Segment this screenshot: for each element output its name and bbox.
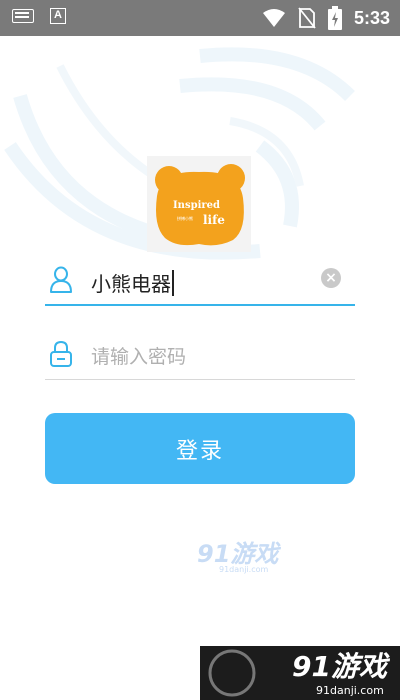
username-text-container[interactable]: 小熊电器 <box>91 268 174 297</box>
watermark-bottom: 91游戏 91danji.com <box>200 646 400 700</box>
bear-logo-icon: Inspired 拼搏小熊 life <box>155 164 245 246</box>
logo-small-text: 拼搏小熊 <box>177 215 193 221</box>
app-logo: Inspired 拼搏小熊 life <box>147 156 251 252</box>
keyboard-icon <box>12 9 34 23</box>
lock-icon <box>50 340 72 367</box>
status-time: 5:33 <box>353 7 390 28</box>
status-bar: A 5:33 <box>0 0 400 36</box>
watermark-center-url: 91danji.com <box>219 565 269 574</box>
user-icon <box>50 266 72 293</box>
text-caret <box>172 270 174 296</box>
username-field[interactable]: 小熊电器 × <box>45 256 355 306</box>
password-field[interactable]: 请输入密码 <box>45 330 355 380</box>
watermark-bottom-url: 91danji.com <box>316 684 384 697</box>
login-button[interactable]: 登录 <box>45 413 355 484</box>
watermark-center-logo: 91游戏 <box>197 540 281 568</box>
logo-line1: Inspired <box>173 200 220 211</box>
password-input[interactable]: 请输入密码 <box>91 342 186 369</box>
battery-icon <box>327 6 342 30</box>
logo-line2: life <box>203 213 225 227</box>
username-input[interactable]: 小熊电器 <box>91 272 171 296</box>
watermark-logo-center: 91游戏 91danji.com <box>197 540 281 574</box>
clear-icon[interactable]: × <box>321 268 341 288</box>
wifi-icon <box>262 9 285 27</box>
watermark-bottom-logo: 91游戏 <box>292 650 391 683</box>
no-sim-icon <box>298 7 316 29</box>
a-icon: A <box>50 8 66 24</box>
login-screen: A 5:33 Inspired 拼搏小熊 life 小熊电器 × 请输入密码 登… <box>0 0 400 700</box>
watermark-bottom-logo-icon: 91游戏 91danji.com <box>208 649 391 697</box>
